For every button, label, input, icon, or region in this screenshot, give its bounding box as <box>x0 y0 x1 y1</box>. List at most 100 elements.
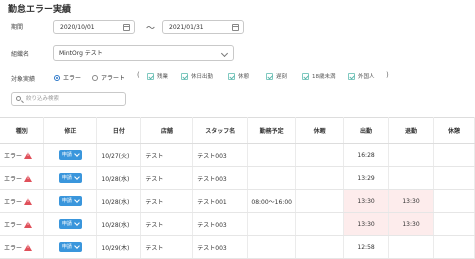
target-label: 対象実績 <box>11 76 36 83</box>
calendar-icon[interactable] <box>232 24 239 31</box>
search-input[interactable]: 絞り込み検索 <box>11 92 126 106</box>
type-cell: エラー <box>4 198 23 206</box>
paren-open: ( <box>137 71 140 79</box>
checkbox-label: 外国人 <box>358 74 375 80</box>
clock-out-cell <box>388 143 434 167</box>
search-placeholder: 絞り込み検索 <box>26 96 60 102</box>
checkbox-checked-icon <box>266 72 273 80</box>
col-header-store: 店舗 <box>140 117 194 144</box>
chevron-down-icon <box>74 220 80 226</box>
end-date-value: 2021/01/31 <box>169 24 204 31</box>
end-date-input[interactable]: 2021/01/31 <box>162 20 244 34</box>
checkbox-under-18[interactable]: 18歳未満 <box>302 72 336 80</box>
checkbox-label: 休憩 <box>238 74 250 80</box>
checkbox-checked-icon <box>302 72 309 80</box>
radio-alert[interactable]: アラート <box>92 73 125 82</box>
chevron-down-icon <box>220 49 229 58</box>
schedule-cell <box>247 235 297 259</box>
col-header-break: 休憩 <box>433 117 475 144</box>
date-cell: 10/29(木) <box>96 235 142 259</box>
radio-alert-label: アラート <box>101 75 126 82</box>
clock-in-cell: 13:30 <box>343 212 390 236</box>
chevron-down-icon <box>74 151 80 157</box>
col-header-date: 日付 <box>96 117 142 144</box>
org-label: 組織名 <box>11 51 30 58</box>
staff-cell: テスト001 <box>192 189 249 213</box>
clock-out-cell: 13:30 <box>388 189 434 213</box>
schedule-cell: 08:00〜16:00 <box>247 189 297 213</box>
start-date-input[interactable]: 2020/10/01 <box>53 20 135 34</box>
col-header-staff: スタッフ名 <box>192 117 249 144</box>
error-table: 種別 修正 日付 店舗 スタッフ名 勤務予定 休暇 出勤 退勤 休憩 エラー 申… <box>0 117 475 259</box>
staff-cell: テスト003 <box>192 235 249 259</box>
break-cell <box>433 166 475 190</box>
checkbox-label: 18歳未満 <box>312 74 336 80</box>
checkbox-checked-icon <box>147 72 154 80</box>
clock-out-cell <box>388 166 434 190</box>
checkbox-foreigner[interactable]: 外国人 <box>348 72 375 80</box>
radio-unselected-icon <box>92 74 98 81</box>
store-cell: テスト <box>140 212 194 236</box>
radio-error[interactable]: エラー <box>54 73 81 82</box>
org-select-value: MintOrg テスト <box>59 50 103 57</box>
store-cell: テスト <box>140 235 194 259</box>
search-icon <box>16 96 21 101</box>
table-row[interactable]: エラー 申請 10/28(水) テスト テスト001 08:00〜16:00 1… <box>0 189 475 213</box>
type-cell: エラー <box>4 244 23 252</box>
store-cell: テスト <box>140 189 194 213</box>
apply-button-label: 申請 <box>61 198 72 204</box>
staff-cell: テスト003 <box>192 212 249 236</box>
checkbox-label: 残業 <box>157 74 169 80</box>
checkbox-checked-icon <box>181 72 188 80</box>
date-cell: 10/28(水) <box>96 189 142 213</box>
type-cell: エラー <box>4 175 23 183</box>
table-row[interactable]: エラー 申請 10/28(水) テスト テスト003 13:29 <box>0 166 475 190</box>
leave-cell <box>295 166 345 190</box>
col-header-edit: 修正 <box>43 117 98 144</box>
apply-button-label: 申請 <box>61 152 72 158</box>
staff-cell: テスト003 <box>192 166 249 190</box>
checkbox-checked-icon <box>228 72 235 80</box>
chevron-down-icon <box>74 197 80 203</box>
date-cell: 10/28(水) <box>96 212 142 236</box>
table-row[interactable]: エラー 申請 10/28(水) テスト テスト003 13:30 13:30 <box>0 212 475 236</box>
table-row[interactable]: エラー 申請 10/27(火) テスト テスト003 16:28 <box>0 143 475 167</box>
checkbox-break[interactable]: 休憩 <box>228 72 249 80</box>
checkbox-label: 休日出勤 <box>191 74 214 80</box>
col-header-leave: 休暇 <box>295 117 345 144</box>
break-cell <box>433 189 475 213</box>
checkbox-holiday-work[interactable]: 休日出勤 <box>181 72 213 80</box>
schedule-cell <box>247 212 297 236</box>
apply-button[interactable]: 申請 <box>58 196 82 206</box>
apply-button-label: 申請 <box>61 175 72 181</box>
type-cell: エラー <box>4 221 23 229</box>
type-cell: エラー <box>4 152 23 160</box>
org-select[interactable]: MintOrg テスト <box>53 45 234 61</box>
table-header-row: 種別 修正 日付 店舗 スタッフ名 勤務予定 休暇 出勤 退勤 休憩 <box>0 117 475 144</box>
clock-in-cell: 16:28 <box>343 143 390 167</box>
checkbox-late[interactable]: 遅刻 <box>266 72 287 80</box>
table-row[interactable]: エラー 申請 10/29(木) テスト テスト003 12:58 <box>0 235 475 259</box>
apply-button[interactable]: 申請 <box>58 219 82 229</box>
warning-icon <box>24 174 33 182</box>
schedule-cell <box>247 143 297 167</box>
leave-cell <box>295 235 345 259</box>
warning-icon <box>24 151 33 159</box>
break-cell <box>433 235 475 259</box>
apply-button[interactable]: 申請 <box>58 173 82 183</box>
apply-button[interactable]: 申請 <box>58 150 82 160</box>
col-header-type: 種別 <box>0 117 45 144</box>
col-header-clock-in: 出勤 <box>343 117 390 144</box>
store-cell: テスト <box>140 166 194 190</box>
apply-button-label: 申請 <box>61 221 72 227</box>
warning-icon <box>24 197 33 205</box>
apply-button-label: 申請 <box>61 244 72 250</box>
staff-cell: テスト003 <box>192 143 249 167</box>
range-separator: 〜 <box>146 24 156 34</box>
clock-in-cell: 13:30 <box>343 189 390 213</box>
checkbox-overtime[interactable]: 残業 <box>147 72 168 80</box>
paren-close: ) <box>386 71 389 79</box>
calendar-icon[interactable] <box>123 24 130 31</box>
chevron-down-icon <box>74 174 80 180</box>
leave-cell <box>295 212 345 236</box>
